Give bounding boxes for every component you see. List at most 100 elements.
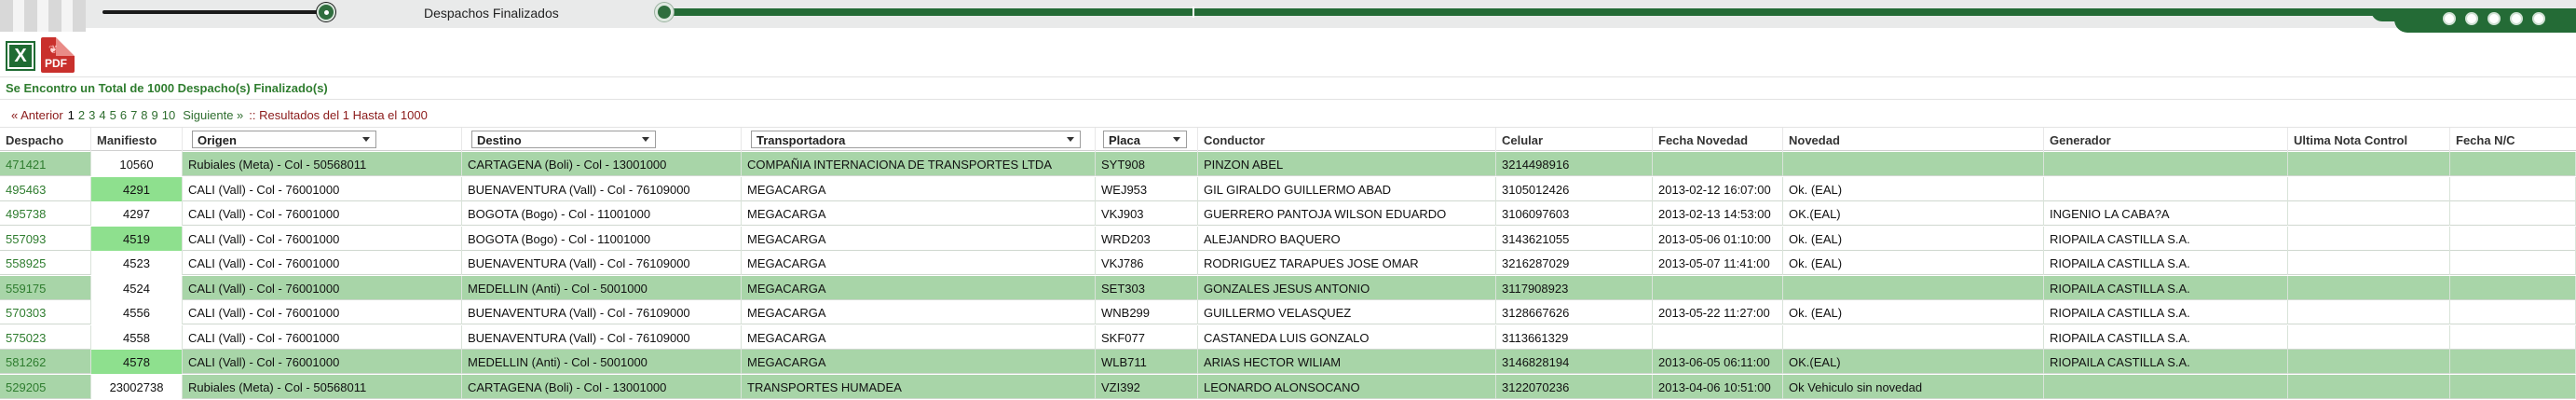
- cell-manifiesto: 4558: [91, 324, 183, 350]
- slider-knob[interactable]: [317, 3, 335, 21]
- dot-icon[interactable]: [2465, 12, 2478, 25]
- cell-manifiesto: 4297: [91, 201, 183, 226]
- col-header-manifiesto[interactable]: Manifiesto: [91, 128, 183, 152]
- cell-novedad: Ok. (EAL): [1783, 176, 2044, 201]
- cell-despacho[interactable]: 570303: [0, 300, 91, 324]
- dot-icon[interactable]: [2487, 12, 2501, 25]
- cell-placa: SET303: [1096, 275, 1198, 300]
- cell-fecha-nc: [2450, 324, 2576, 350]
- cell-placa: WNB299: [1096, 300, 1198, 324]
- page-link-1[interactable]: 1: [68, 108, 75, 122]
- col-header-ultima-nota[interactable]: Ultima Nota Control: [2288, 128, 2450, 152]
- cell-generador: [2044, 176, 2288, 201]
- progress-start-knob[interactable]: [655, 3, 674, 21]
- table-row[interactable]: 529205 23002738 Rubiales (Meta) - Col - 50…: [0, 374, 2576, 399]
- cell-conductor: GONZALES JESUS ANTONIO: [1198, 275, 1496, 300]
- origen-filter-select[interactable]: Origen: [192, 131, 376, 148]
- cell-generador: RIOPAILA CASTILLA S.A.: [2044, 324, 2288, 350]
- cell-destino: BOGOTA (Bogo) - Col - 11001000: [462, 201, 742, 226]
- cell-novedad: OK.(EAL): [1783, 350, 2044, 374]
- page-link-4[interactable]: 4: [99, 108, 105, 122]
- table-row[interactable]: 558925 4523 CALI (Vall) - Col - 76001000 BU…: [0, 251, 2576, 275]
- col-header-despacho[interactable]: Despacho: [0, 128, 91, 152]
- cell-fecha-novedad: 2013-05-07 11:41:00: [1653, 251, 1783, 275]
- table-row[interactable]: 575023 4558 CALI (Vall) - Col - 76001000 BU…: [0, 324, 2576, 350]
- page-link-5[interactable]: 5: [110, 108, 116, 122]
- page-link-10[interactable]: 10: [162, 108, 175, 122]
- cell-conductor: PINZON ABEL: [1198, 152, 1496, 176]
- cell-fecha-novedad: 2013-05-22 11:27:00: [1653, 300, 1783, 324]
- cell-generador: INGENIO LA CABA?A: [2044, 201, 2288, 226]
- acrobat-icon: ❦: [48, 43, 59, 56]
- table-row[interactable]: 471421 10560 Rubiales (Meta) - Col - 50568…: [0, 152, 2576, 176]
- cell-celular: 3117908923: [1496, 275, 1653, 300]
- cell-celular: 3113661329: [1496, 324, 1653, 350]
- page-link-6[interactable]: 6: [120, 108, 127, 122]
- col-header-conductor[interactable]: Conductor: [1198, 128, 1496, 152]
- destino-filter-select[interactable]: Destino: [471, 131, 656, 148]
- table-row[interactable]: 570303 4556 CALI (Vall) - Col - 76001000 BU…: [0, 300, 2576, 324]
- cell-conductor: GIL GIRALDO GUILLERMO ABAD: [1198, 176, 1496, 201]
- cell-despacho[interactable]: 575023: [0, 324, 91, 350]
- table-row[interactable]: 581262 4578 CALI (Vall) - Col - 76001000 ME…: [0, 350, 2576, 374]
- cell-ultima-nota: [2288, 300, 2450, 324]
- cell-fecha-nc: [2450, 152, 2576, 176]
- slider-track[interactable]: [102, 10, 334, 14]
- cell-manifiesto: 4291: [91, 176, 183, 201]
- cell-origen: CALI (Vall) - Col - 76001000: [183, 251, 462, 275]
- transportadora-filter-select[interactable]: Transportadora: [751, 131, 1081, 148]
- cell-novedad: [1783, 275, 2044, 300]
- pagination-next-link[interactable]: Siguiente »: [183, 108, 243, 122]
- cell-celular: 3122070236: [1496, 374, 1653, 399]
- cell-despacho[interactable]: 581262: [0, 350, 91, 374]
- cell-conductor: ARIAS HECTOR WILIAM: [1198, 350, 1496, 374]
- page-link-8[interactable]: 8: [141, 108, 147, 122]
- cell-despacho[interactable]: 559175: [0, 275, 91, 300]
- pagination-prev-link[interactable]: « Anterior: [11, 108, 63, 122]
- col-header-fecha-nc[interactable]: Fecha N/C: [2450, 128, 2576, 152]
- export-excel-button[interactable]: X: [6, 41, 35, 71]
- col-header-novedad[interactable]: Novedad: [1783, 128, 2044, 152]
- table-row[interactable]: 559175 4524 CALI (Vall) - Col - 76001000 ME…: [0, 275, 2576, 300]
- dots-menu[interactable]: [2443, 12, 2545, 25]
- cell-generador: RIOPAILA CASTILLA S.A.: [2044, 226, 2288, 251]
- cell-celular: 3105012426: [1496, 176, 1653, 201]
- dot-icon[interactable]: [2510, 12, 2523, 25]
- table-row[interactable]: 495463 4291 CALI (Vall) - Col - 76001000 BU…: [0, 176, 2576, 201]
- col-header-celular[interactable]: Celular: [1496, 128, 1653, 152]
- cell-despacho[interactable]: 495463: [0, 176, 91, 201]
- cell-destino: BUENAVENTURA (Vall) - Col - 76109000: [462, 324, 742, 350]
- page-link-7[interactable]: 7: [130, 108, 137, 122]
- cell-transportadora: MEGACARGA: [742, 275, 1096, 300]
- page-link-3[interactable]: 3: [89, 108, 95, 122]
- cell-despacho[interactable]: 495738: [0, 201, 91, 226]
- cell-destino: BUENAVENTURA (Vall) - Col - 76109000: [462, 176, 742, 201]
- cell-despacho[interactable]: 558925: [0, 251, 91, 275]
- cell-celular: 3106097603: [1496, 201, 1653, 226]
- cell-fecha-nc: [2450, 201, 2576, 226]
- cell-transportadora: COMPAÑIA INTERNACIONA DE TRANSPORTES LTD…: [742, 152, 1096, 176]
- cell-ultima-nota: [2288, 226, 2450, 251]
- cell-despacho[interactable]: 529205: [0, 374, 91, 399]
- progress-track-divider: [1193, 7, 1194, 18]
- dot-icon[interactable]: [2532, 12, 2545, 25]
- cell-despacho[interactable]: 471421: [0, 152, 91, 176]
- cell-celular: 3128667626: [1496, 300, 1653, 324]
- col-header-fecha-novedad[interactable]: Fecha Novedad: [1653, 128, 1783, 152]
- col-header-generador[interactable]: Generador: [2044, 128, 2288, 152]
- page-link-9[interactable]: 9: [152, 108, 158, 122]
- table-row[interactable]: 557093 4519 CALI (Vall) - Col - 76001000 BO…: [0, 226, 2576, 251]
- placa-filter-select[interactable]: Placa: [1103, 131, 1187, 148]
- cell-conductor: GUILLERMO VELASQUEZ: [1198, 300, 1496, 324]
- dot-icon[interactable]: [2443, 12, 2456, 25]
- table-row[interactable]: 495738 4297 CALI (Vall) - Col - 76001000 BO…: [0, 201, 2576, 226]
- cell-ultima-nota: [2288, 275, 2450, 300]
- cell-generador: RIOPAILA CASTILLA S.A.: [2044, 300, 2288, 324]
- cell-fecha-novedad: 2013-04-06 10:51:00: [1653, 374, 1783, 399]
- cell-despacho[interactable]: 557093: [0, 226, 91, 251]
- cell-placa: WEJ953: [1096, 176, 1198, 201]
- cell-novedad: OK.(EAL): [1783, 201, 2044, 226]
- page-link-2[interactable]: 2: [78, 108, 85, 122]
- cell-destino: BOGOTA (Bogo) - Col - 11001000: [462, 226, 742, 251]
- export-pdf-button[interactable]: ❦ PDF: [41, 37, 75, 73]
